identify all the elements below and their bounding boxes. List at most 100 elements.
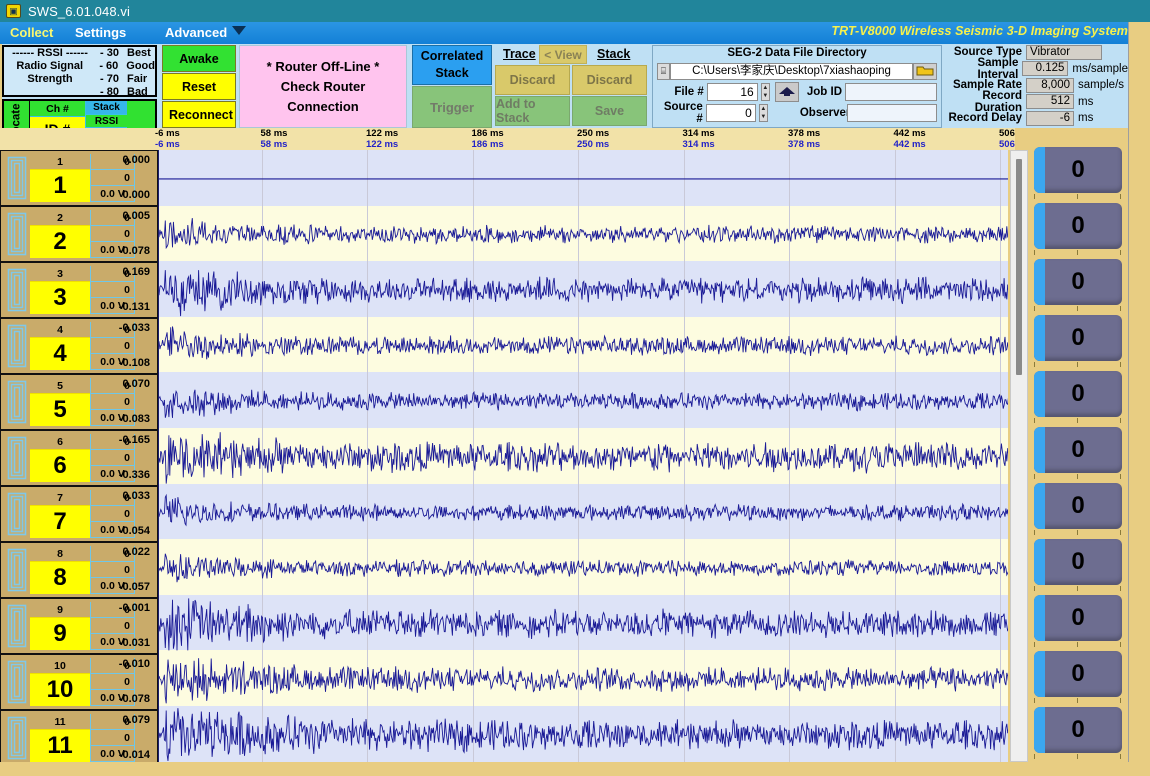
channel-row[interactable]: 88000.0 V0.022-0.057 [0,542,158,598]
locate-button[interactable] [4,378,30,426]
increment-file-button[interactable] [775,82,800,102]
gauge-body[interactable]: 0 [1034,539,1122,585]
channel-list: 11000.0 V0.0000.00022000.0 V0.005-0.0783… [0,150,158,762]
channel-id[interactable]: 2 [30,226,90,258]
channel-amplitude-max: 0.000 [122,154,150,166]
channel-gauge[interactable]: 0 [1028,368,1128,424]
trigger-button[interactable]: Trigger [412,86,492,128]
locate-button[interactable] [4,266,30,314]
channel-gauge[interactable]: 0 [1028,424,1128,480]
locate-button[interactable] [4,154,30,202]
source-number-input[interactable]: 0 [706,104,756,122]
add-to-stack-button[interactable]: Add to Stack [495,96,570,126]
folder-icon[interactable] [913,63,937,80]
gauge-body[interactable]: 0 [1034,371,1122,417]
awake-button[interactable]: Awake [162,45,236,72]
gauge-body[interactable]: 0 [1034,203,1122,249]
channel-row[interactable]: 1111000.0 V0.079-0.014 [0,710,158,766]
channel-row[interactable]: 77000.0 V0.033-0.054 [0,486,158,542]
channel-row[interactable]: 44000.0 V-0.033-0.108 [0,318,158,374]
menu-item-advanced[interactable]: Advanced [165,24,246,42]
source-number-stepper[interactable]: ▲▼ [759,104,768,122]
channel-gauge[interactable]: 0 [1028,480,1128,536]
channel-gauge[interactable]: 0 [1028,256,1128,312]
locate-button[interactable] [4,210,30,258]
channel-id[interactable]: 11 [30,730,90,762]
gauge-body[interactable]: 0 [1034,707,1122,753]
gauge-indicator[interactable] [1034,259,1045,305]
channel-gauge[interactable]: 0 [1028,536,1128,592]
channel-id-block: 99 [30,602,90,650]
locate-button[interactable] [4,490,30,538]
source-type-value[interactable]: Vibrator [1026,45,1102,60]
gauge-indicator[interactable] [1034,371,1045,417]
gauge-indicator[interactable] [1034,651,1045,697]
channel-gauge[interactable]: 0 [1028,592,1128,648]
gauge-indicator[interactable] [1034,147,1045,193]
channel-gauge[interactable]: 0 [1028,200,1128,256]
stack-discard-button[interactable]: Discard [572,65,647,95]
locate-button[interactable] [4,602,30,650]
seg2-path-input[interactable]: C:\Users\李家庆\Desktop\7xiashaoping [670,63,913,80]
channel-id[interactable]: 3 [30,282,90,314]
channel-row[interactable]: 11000.0 V0.0000.000 [0,150,158,206]
channel-row[interactable]: 1010000.0 V-0.010-0.078 [0,654,158,710]
gauge-indicator[interactable] [1034,315,1045,361]
menu-item-settings[interactable]: Settings [75,24,126,42]
menu-item-collect[interactable]: Collect [10,24,53,42]
gauge-body[interactable]: 0 [1034,315,1122,361]
gauge-body[interactable]: 0 [1034,651,1122,697]
reconnect-button[interactable]: Reconnect [162,101,236,128]
channel-id[interactable]: 5 [30,394,90,426]
locate-button[interactable] [4,322,30,370]
up-arrow-icon [778,86,796,97]
locate-button[interactable] [4,434,30,482]
channel-gauge[interactable]: 0 [1028,144,1128,200]
waveform-traces [159,150,1008,762]
gauge-body[interactable]: 0 [1034,483,1122,529]
locate-button[interactable] [4,546,30,594]
axis-tick-label-top-5: 314 ms [683,128,715,139]
channel-row[interactable]: 22000.0 V0.005-0.078 [0,206,158,262]
gauge-body[interactable]: 0 [1034,259,1122,305]
channel-id[interactable]: 1 [30,170,90,202]
channel-gauge[interactable]: 0 [1028,312,1128,368]
trace-discard-button[interactable]: Discard [495,65,570,95]
gauge-indicator[interactable] [1034,707,1045,753]
path-browse-icon[interactable]: ⌸ [657,63,670,80]
channel-id[interactable]: 8 [30,562,90,594]
channel-id[interactable]: 7 [30,506,90,538]
gauge-indicator[interactable] [1034,539,1045,585]
view-button[interactable]: < View [539,45,587,64]
save-button[interactable]: Save [572,96,647,126]
channel-row[interactable]: 66000.0 V-0.165-0.336 [0,430,158,486]
gauge-indicator[interactable] [1034,483,1045,529]
channel-row[interactable]: 55000.0 V0.070-0.083 [0,374,158,430]
locate-button[interactable] [4,658,30,706]
file-number-input[interactable]: 16 [707,83,758,101]
job-id-input[interactable] [845,83,937,101]
channel-row[interactable]: 33000.0 V0.169-0.131 [0,262,158,318]
channel-gauge[interactable]: 0 [1028,648,1128,704]
gauge-body[interactable]: 0 [1034,595,1122,641]
gauge-body[interactable]: 0 [1034,427,1122,473]
gauge-indicator[interactable] [1034,595,1045,641]
rssi-quality-1: Good [122,60,155,73]
plot-vertical-scrollbar[interactable] [1010,150,1028,762]
observer-input[interactable] [847,104,937,122]
seismic-waveform-plot[interactable] [158,150,1008,762]
locate-button[interactable] [4,714,30,762]
gauge-body[interactable]: 0 [1034,147,1122,193]
gauge-indicator[interactable] [1034,203,1045,249]
channel-id[interactable]: 10 [30,674,90,706]
scrollbar-thumb[interactable] [1016,159,1022,375]
correlated-stack-button[interactable]: Correlated Stack [412,45,492,85]
channel-id[interactable]: 4 [30,338,90,370]
file-number-stepper[interactable]: ▲▼ [761,83,770,101]
channel-id[interactable]: 6 [30,450,90,482]
channel-row[interactable]: 99000.0 V-0.001-0.031 [0,598,158,654]
reset-button[interactable]: Reset [162,73,236,100]
channel-gauge[interactable]: 0 [1028,704,1128,760]
gauge-indicator[interactable] [1034,427,1045,473]
channel-id[interactable]: 9 [30,618,90,650]
